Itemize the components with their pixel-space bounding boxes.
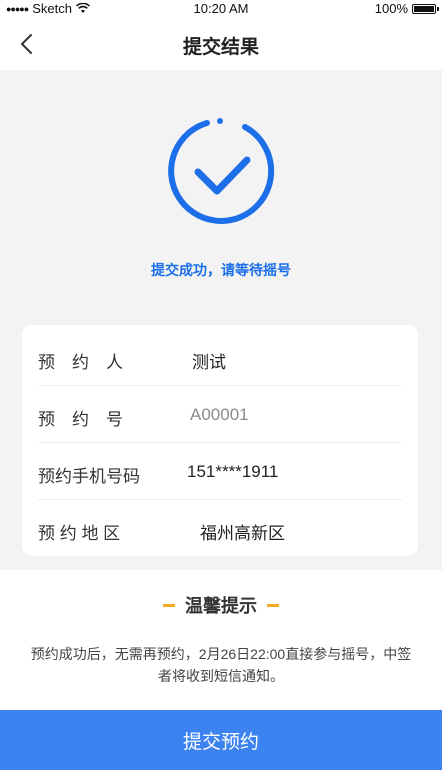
page-title: 提交结果 xyxy=(182,37,259,58)
tips-dash-left xyxy=(163,603,175,607)
tips-dash-right xyxy=(267,603,279,607)
info-label: 预 约 地 区 xyxy=(38,524,121,543)
battery-icon xyxy=(412,3,439,14)
info-row-phone: 预约手机号码 151****1911 xyxy=(38,443,402,500)
info-label: 预 约 人 xyxy=(38,353,123,372)
result-panel: 提交成功，请等待摇号 预 约 人 测试 预 约 号 A00001 预约手机号码 … xyxy=(0,70,442,570)
status-bar: ●●●●● Sketch 10:20 AM 100% xyxy=(0,0,442,18)
info-value: 福州高新区 xyxy=(200,524,285,543)
info-label: 预约手机号码 xyxy=(38,467,140,486)
success-check-icon xyxy=(168,118,275,224)
tips-body: 预约成功后，无需再预约，2月26日22:00直接参与摇号，中签者将收到短信通知。 xyxy=(30,646,412,684)
booking-info-card: 预 约 人 测试 预 约 号 A00001 预约手机号码 151****1911… xyxy=(22,325,418,556)
success-message: 提交成功，请等待摇号 xyxy=(151,262,291,278)
tips-title: 温馨提示 xyxy=(185,596,257,616)
info-label: 预 约 号 xyxy=(38,410,123,429)
info-value: 测试 xyxy=(192,353,226,372)
nav-bar: 提交结果 xyxy=(0,20,442,68)
info-row-number: 预 约 号 A00001 xyxy=(38,386,402,443)
submit-button[interactable]: 提交预约 xyxy=(0,710,442,770)
status-right: 100% xyxy=(374,1,439,16)
battery-percent: 100% xyxy=(374,1,408,16)
info-value: 151****1911 xyxy=(187,462,279,481)
tips-heading: 温馨提示 xyxy=(0,592,442,618)
info-row-region: 预 约 地 区 福州高新区 xyxy=(38,500,402,557)
info-row-name: 预 约 人 测试 xyxy=(38,329,402,386)
info-value: A00001 xyxy=(190,405,249,424)
